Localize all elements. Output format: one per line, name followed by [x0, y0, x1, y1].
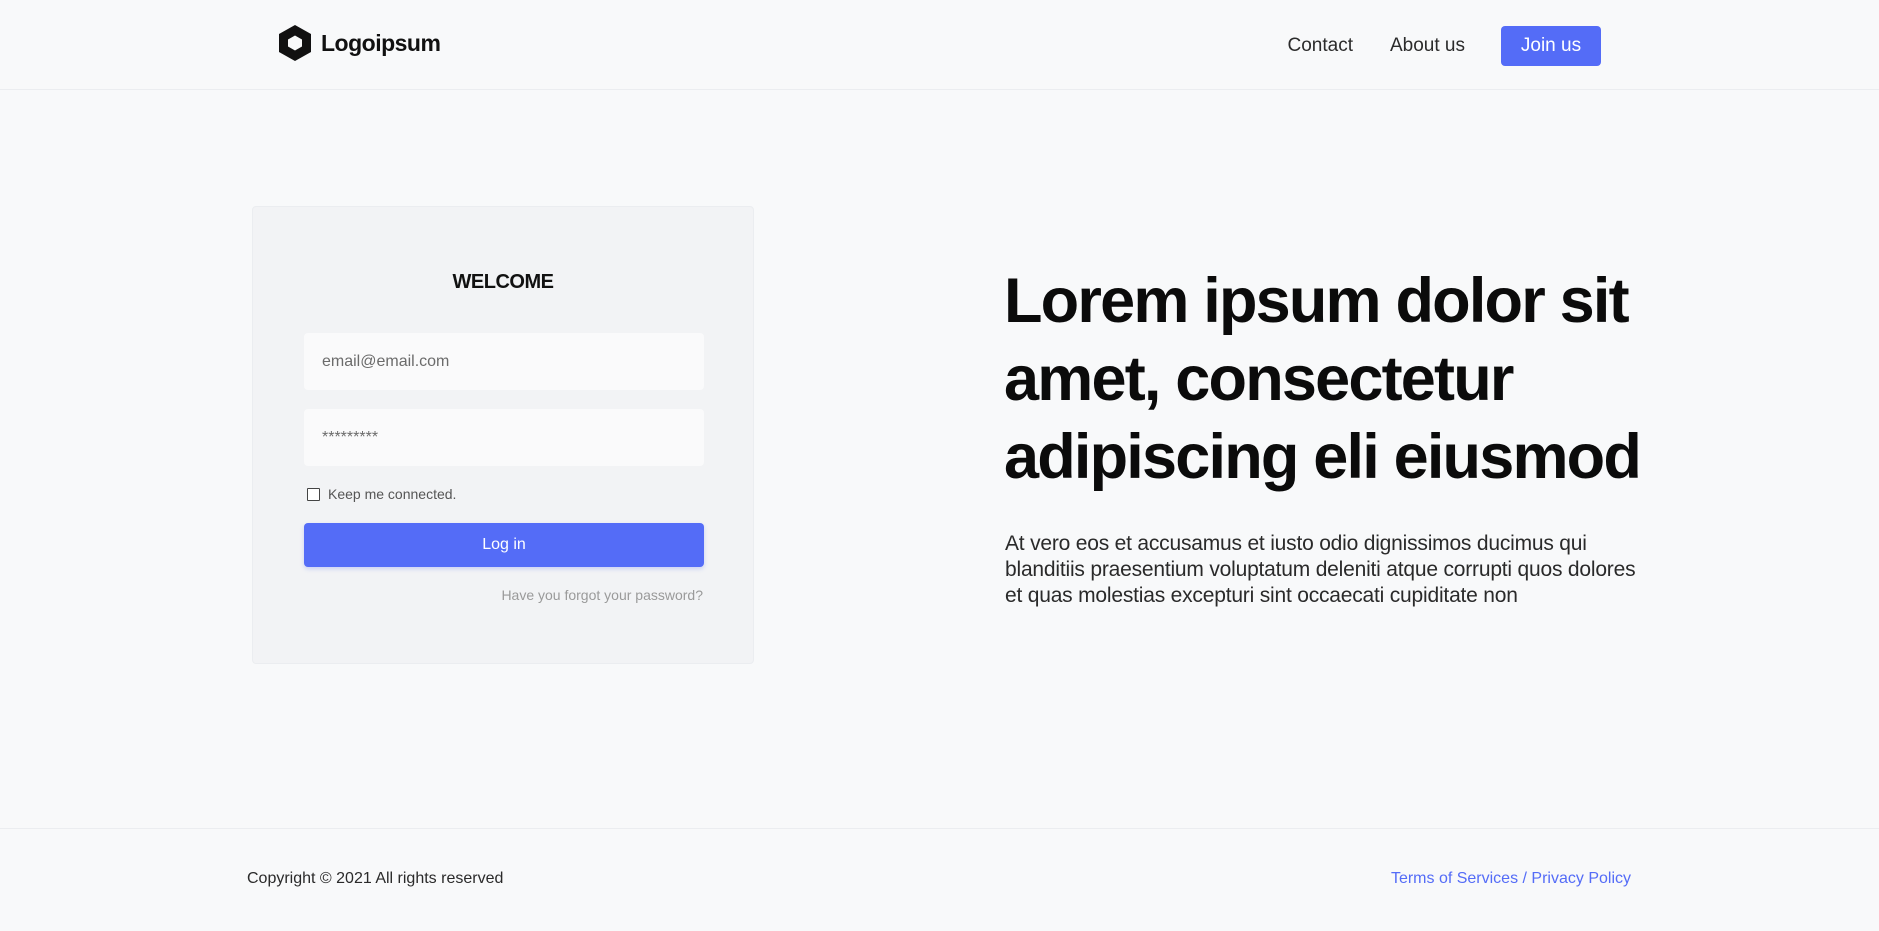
nav-contact-link[interactable]: Contact: [1288, 35, 1353, 57]
join-us-button[interactable]: Join us: [1501, 26, 1601, 66]
nav-about-link[interactable]: About us: [1390, 35, 1465, 57]
email-field[interactable]: [304, 333, 704, 390]
login-card: WELCOME Keep me connected. Log in Have y…: [252, 206, 754, 664]
keep-connected-option[interactable]: Keep me connected.: [307, 486, 456, 502]
privacy-link[interactable]: Privacy Policy: [1531, 870, 1631, 887]
site-footer: Copyright © 2021 All rights reserved Ter…: [0, 828, 1879, 931]
terms-link[interactable]: Terms of Services: [1391, 870, 1518, 887]
hero-title: Lorem ipsum dolor sit amet, consectetur …: [1004, 266, 1642, 492]
hero-description: At vero eos et accusamus et iusto odio d…: [1005, 532, 1636, 607]
legal-links: Terms of Services / Privacy Policy: [1391, 870, 1631, 888]
copyright-text: Copyright © 2021 All rights reserved: [247, 870, 504, 887]
password-field[interactable]: [304, 409, 704, 466]
site-header: Logoipsum Contact About us Join us: [0, 0, 1879, 90]
keep-connected-checkbox[interactable]: [307, 487, 320, 501]
main-nav: Contact About us Join us: [1288, 26, 1601, 66]
keep-connected-label: Keep me connected.: [328, 486, 457, 502]
login-button[interactable]: Log in: [304, 523, 704, 567]
logo-text: Logoipsum: [321, 29, 441, 56]
hexagon-logo-icon: [279, 25, 311, 61]
forgot-password-link[interactable]: Have you forgot your password?: [501, 587, 703, 603]
logo[interactable]: Logoipsum: [277, 24, 441, 62]
legal-separator: /: [1518, 870, 1532, 887]
login-title: WELCOME: [452, 271, 554, 293]
